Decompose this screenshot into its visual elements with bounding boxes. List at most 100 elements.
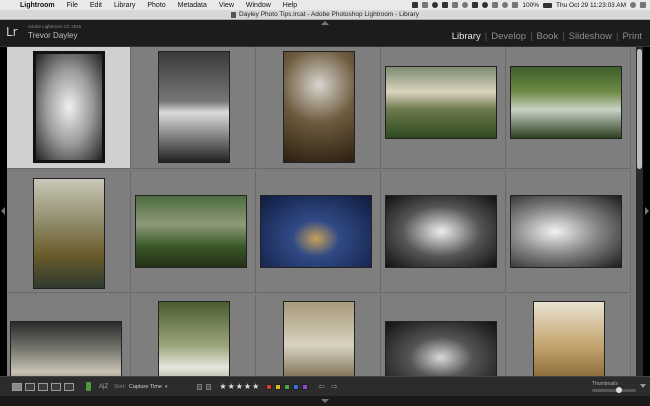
photo-thumbnail[interactable]: [10, 321, 122, 376]
grid-cell[interactable]: [132, 171, 256, 293]
photo-thumbnail[interactable]: [385, 195, 497, 268]
grid-cell[interactable]: [382, 171, 506, 293]
menu-help[interactable]: Help: [277, 2, 303, 9]
menu-metadata[interactable]: Metadata: [172, 2, 213, 9]
compare-view-icon[interactable]: [38, 382, 48, 391]
chevron-down-icon[interactable]: ▾: [165, 384, 168, 390]
painter-icon[interactable]: [86, 382, 91, 391]
notification-icon[interactable]: [640, 2, 646, 8]
color-label-yellow[interactable]: [275, 383, 282, 390]
collapse-left-panel-icon[interactable]: [1, 207, 5, 215]
scrollbar-thumb[interactable]: [637, 49, 642, 169]
grid-cell[interactable]: [257, 295, 381, 376]
status-icon[interactable]: [452, 2, 459, 8]
battery-icon[interactable]: [543, 2, 553, 8]
photo-thumbnail[interactable]: [533, 301, 605, 376]
sort-select[interactable]: Capture Time: [129, 384, 162, 390]
module-book[interactable]: Book: [537, 31, 559, 42]
thumbnails-label: Thumbnails: [592, 381, 618, 387]
color-label-red[interactable]: [266, 383, 273, 390]
grid-cell[interactable]: [7, 295, 131, 376]
photo-thumbnail[interactable]: [385, 66, 497, 139]
photo-thumbnail[interactable]: [283, 301, 355, 376]
grid-cell[interactable]: [382, 47, 506, 169]
status-icon[interactable]: [412, 2, 419, 8]
color-label-blue[interactable]: [293, 383, 300, 390]
star-rating[interactable]: ★★★★★: [219, 382, 260, 391]
menu-library[interactable]: Library: [108, 2, 141, 9]
grid-view-icon[interactable]: [12, 382, 22, 391]
status-icon[interactable]: [472, 2, 479, 8]
people-view-icon[interactable]: [64, 382, 74, 391]
battery-percent: 100%: [522, 1, 540, 9]
grid-cell[interactable]: [257, 171, 381, 293]
menu-lightroom[interactable]: Lightroom: [14, 2, 61, 9]
photo-thumbnail[interactable]: [260, 195, 372, 268]
grid-cell[interactable]: [257, 47, 381, 169]
color-label-green[interactable]: [284, 383, 291, 390]
grid-scrollbar[interactable]: [636, 47, 643, 376]
status-icon[interactable]: [482, 2, 489, 8]
status-icon[interactable]: [432, 2, 439, 8]
grid-cell[interactable]: [507, 171, 631, 293]
photo-thumbnail[interactable]: [135, 195, 247, 268]
search-icon[interactable]: [630, 2, 636, 8]
photo-thumbnail[interactable]: [510, 195, 622, 268]
grid-cell[interactable]: [7, 171, 131, 293]
sort-direction-icon[interactable]: A|Z: [99, 384, 108, 390]
grid-cell[interactable]: [132, 295, 256, 376]
product-name: Adobe Lightroom CC 2015: [28, 24, 82, 29]
module-print[interactable]: Print: [622, 31, 642, 42]
collapse-filmstrip-icon[interactable]: [321, 399, 329, 403]
menu-window[interactable]: Window: [240, 2, 277, 9]
clock[interactable]: Thu Oct 29 11:23:03 AM: [556, 2, 626, 9]
photo-thumbnail[interactable]: [510, 66, 622, 139]
flag-pick-icon[interactable]: [197, 383, 203, 390]
module-library[interactable]: Library: [452, 31, 481, 42]
menu-view[interactable]: View: [213, 2, 240, 9]
photo-thumbnail[interactable]: [385, 321, 497, 376]
loupe-view-icon[interactable]: [25, 382, 35, 391]
menu-bar: Lightroom File Edit Library Photo Metada…: [0, 0, 650, 10]
grid-cell[interactable]: [7, 47, 131, 169]
status-icon[interactable]: [422, 2, 429, 8]
lightroom-logo-icon: Lr: [6, 25, 18, 39]
collapse-top-panel-icon[interactable]: [321, 21, 329, 25]
module-separator: |: [615, 31, 619, 42]
status-icon[interactable]: [442, 2, 449, 8]
grid-cell[interactable]: [507, 295, 631, 376]
toolbar-menu-icon[interactable]: [640, 384, 646, 388]
menu-photo[interactable]: Photo: [141, 2, 171, 9]
grid-cell[interactable]: [507, 47, 631, 169]
module-separator: |: [530, 31, 533, 42]
volume-icon[interactable]: [512, 2, 519, 8]
status-icon[interactable]: [492, 2, 499, 8]
grid-cell[interactable]: [382, 295, 506, 376]
window-title-bar: Dayley Photo Tips.lrcat - Adobe Photosho…: [0, 10, 650, 20]
menu-edit[interactable]: Edit: [84, 2, 108, 9]
photo-thumbnail[interactable]: [283, 51, 355, 163]
identity-plate-name: Trevor Dayley: [28, 31, 78, 40]
photo-thumbnail[interactable]: [158, 301, 230, 376]
thumbnail-grid: [7, 47, 636, 376]
collapse-right-panel-icon[interactable]: [645, 207, 649, 215]
survey-view-icon[interactable]: [51, 382, 61, 391]
module-separator: |: [484, 31, 488, 42]
photo-thumbnail[interactable]: [33, 178, 105, 289]
slider-knob[interactable]: [615, 387, 622, 393]
photo-thumbnail[interactable]: [32, 50, 106, 164]
module-separator: |: [562, 31, 565, 42]
wifi-icon[interactable]: [502, 2, 509, 8]
status-area: 100% Thu Oct 29 11:23:03 AM: [412, 2, 650, 9]
module-develop[interactable]: Develop: [491, 31, 526, 42]
module-slideshow[interactable]: Slideshow: [569, 31, 612, 42]
color-label-purple[interactable]: [302, 383, 309, 390]
next-photo-icon[interactable]: ⇨: [331, 382, 338, 391]
previous-photo-icon[interactable]: ⇦: [318, 382, 325, 391]
grid-cell[interactable]: [132, 47, 256, 169]
thumbnail-size-slider[interactable]: [592, 387, 636, 393]
menu-file[interactable]: File: [61, 2, 84, 9]
status-icon[interactable]: [462, 2, 469, 8]
flag-reject-icon[interactable]: [206, 383, 212, 390]
photo-thumbnail[interactable]: [158, 51, 230, 163]
